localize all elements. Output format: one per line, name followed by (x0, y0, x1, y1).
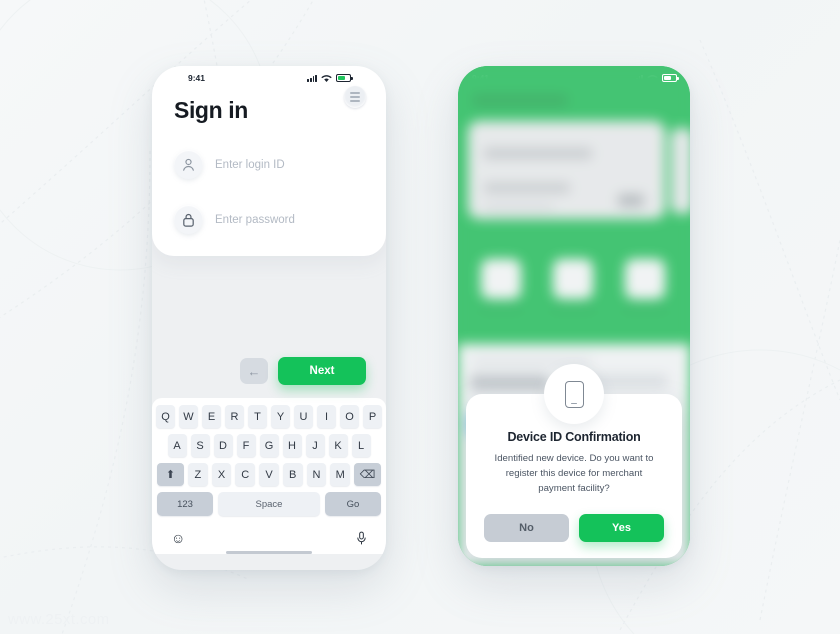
dialog-icon-badge (544, 364, 604, 425)
key[interactable]: C (235, 463, 256, 486)
user-icon (174, 150, 203, 179)
key[interactable]: E (202, 405, 221, 428)
keyboard-row-4: 123 Space Go (157, 492, 381, 516)
key[interactable]: X (211, 463, 232, 486)
login-id-field-row[interactable]: Enter login ID (174, 150, 364, 179)
battery-icon (336, 74, 353, 82)
signin-card: 9:41 Sign in Enter login ID Enter passwo… (152, 66, 386, 256)
home-indicator (226, 551, 312, 555)
space-key[interactable]: Space (218, 492, 320, 516)
key[interactable]: I (317, 405, 336, 428)
lock-icon (174, 205, 203, 234)
next-button[interactable]: Next (278, 357, 366, 385)
battery-icon (662, 74, 679, 82)
status-bar-left: 9:41 (174, 66, 364, 86)
key[interactable]: N (306, 463, 327, 486)
key[interactable]: A (167, 434, 187, 457)
password-field-row[interactable]: Enter password (174, 205, 364, 234)
yes-button[interactable]: Yes (579, 514, 664, 542)
mobile-device-icon (564, 380, 584, 408)
key[interactable]: O (340, 405, 359, 428)
cellular-signal-icon (307, 74, 317, 82)
keyboard-row-1: Q W E R T Y U I O P (156, 405, 382, 428)
background-pattern (0, 0, 840, 634)
microphone-icon[interactable] (356, 531, 367, 546)
no-button[interactable]: No (484, 514, 569, 542)
signin-body: ← Next Q W E R T Y U I O P A S D F G H J… (152, 256, 386, 555)
go-key[interactable]: Go (325, 492, 381, 516)
status-time: 9:41 (188, 73, 206, 83)
shift-key[interactable]: ⬆ (156, 463, 184, 486)
dialog-actions: No Yes (484, 514, 664, 542)
wifi-icon (321, 74, 332, 82)
status-icons (307, 74, 353, 83)
dashboard-app: 9:41 Device ID Confirmation Identified n… (458, 66, 690, 566)
key[interactable]: M (330, 463, 351, 486)
login-id-input[interactable]: Enter login ID (215, 159, 285, 171)
key[interactable]: J (305, 434, 325, 457)
key[interactable]: L (351, 434, 371, 457)
phone-left-signin-screen: 9:41 Sign in Enter login ID Enter passwo… (152, 66, 386, 570)
keyboard-row-2: A S D F G H J K L (157, 434, 381, 457)
page-title: Sign in (174, 97, 248, 123)
phone-right-dashboard-screen: 9:41 Device ID Confirmation Identified n… (458, 66, 690, 566)
device-id-confirmation-dialog: Device ID Confirmation Identified new de… (466, 364, 682, 558)
password-input[interactable]: Enter password (215, 214, 295, 226)
key[interactable]: D (213, 434, 233, 457)
back-button[interactable]: ← (240, 358, 268, 384)
hamburger-line (350, 96, 360, 98)
dialog-title: Device ID Confirmation (507, 430, 641, 445)
keyboard-row-3: ⬆ Z X C V B N M ⌫ (156, 463, 382, 486)
numeric-key[interactable]: 123 (157, 492, 213, 516)
keyboard-bottom-row: ☺ (157, 521, 381, 551)
key[interactable]: T (248, 405, 267, 428)
key[interactable]: B (282, 463, 303, 486)
menu-hamburger-button[interactable] (344, 86, 366, 108)
virtual-keyboard: Q W E R T Y U I O P A S D F G H J K L ⬆ … (152, 398, 386, 555)
hamburger-line (350, 92, 360, 94)
key[interactable]: H (282, 434, 302, 457)
key[interactable]: P (363, 405, 382, 428)
key[interactable]: V (259, 463, 279, 486)
key[interactable]: R (225, 405, 244, 428)
backspace-key[interactable]: ⌫ (354, 463, 382, 486)
key[interactable]: K (328, 434, 348, 457)
hamburger-line (350, 100, 360, 102)
watermark-text: www.25xt.com (8, 611, 110, 628)
key[interactable]: Y (271, 405, 290, 428)
key[interactable]: S (190, 434, 210, 457)
action-row: ← Next (152, 344, 386, 398)
page-background: www.25xt.com (0, 0, 840, 634)
key[interactable]: F (236, 434, 256, 457)
emoji-icon[interactable]: ☺ (171, 531, 185, 545)
key[interactable]: G (259, 434, 279, 457)
key[interactable]: W (179, 405, 198, 428)
key[interactable]: U (294, 405, 313, 428)
dialog-message: Identified new device. Do you want to re… (494, 453, 654, 495)
key[interactable]: Q (156, 405, 175, 428)
key[interactable]: Z (187, 463, 208, 486)
